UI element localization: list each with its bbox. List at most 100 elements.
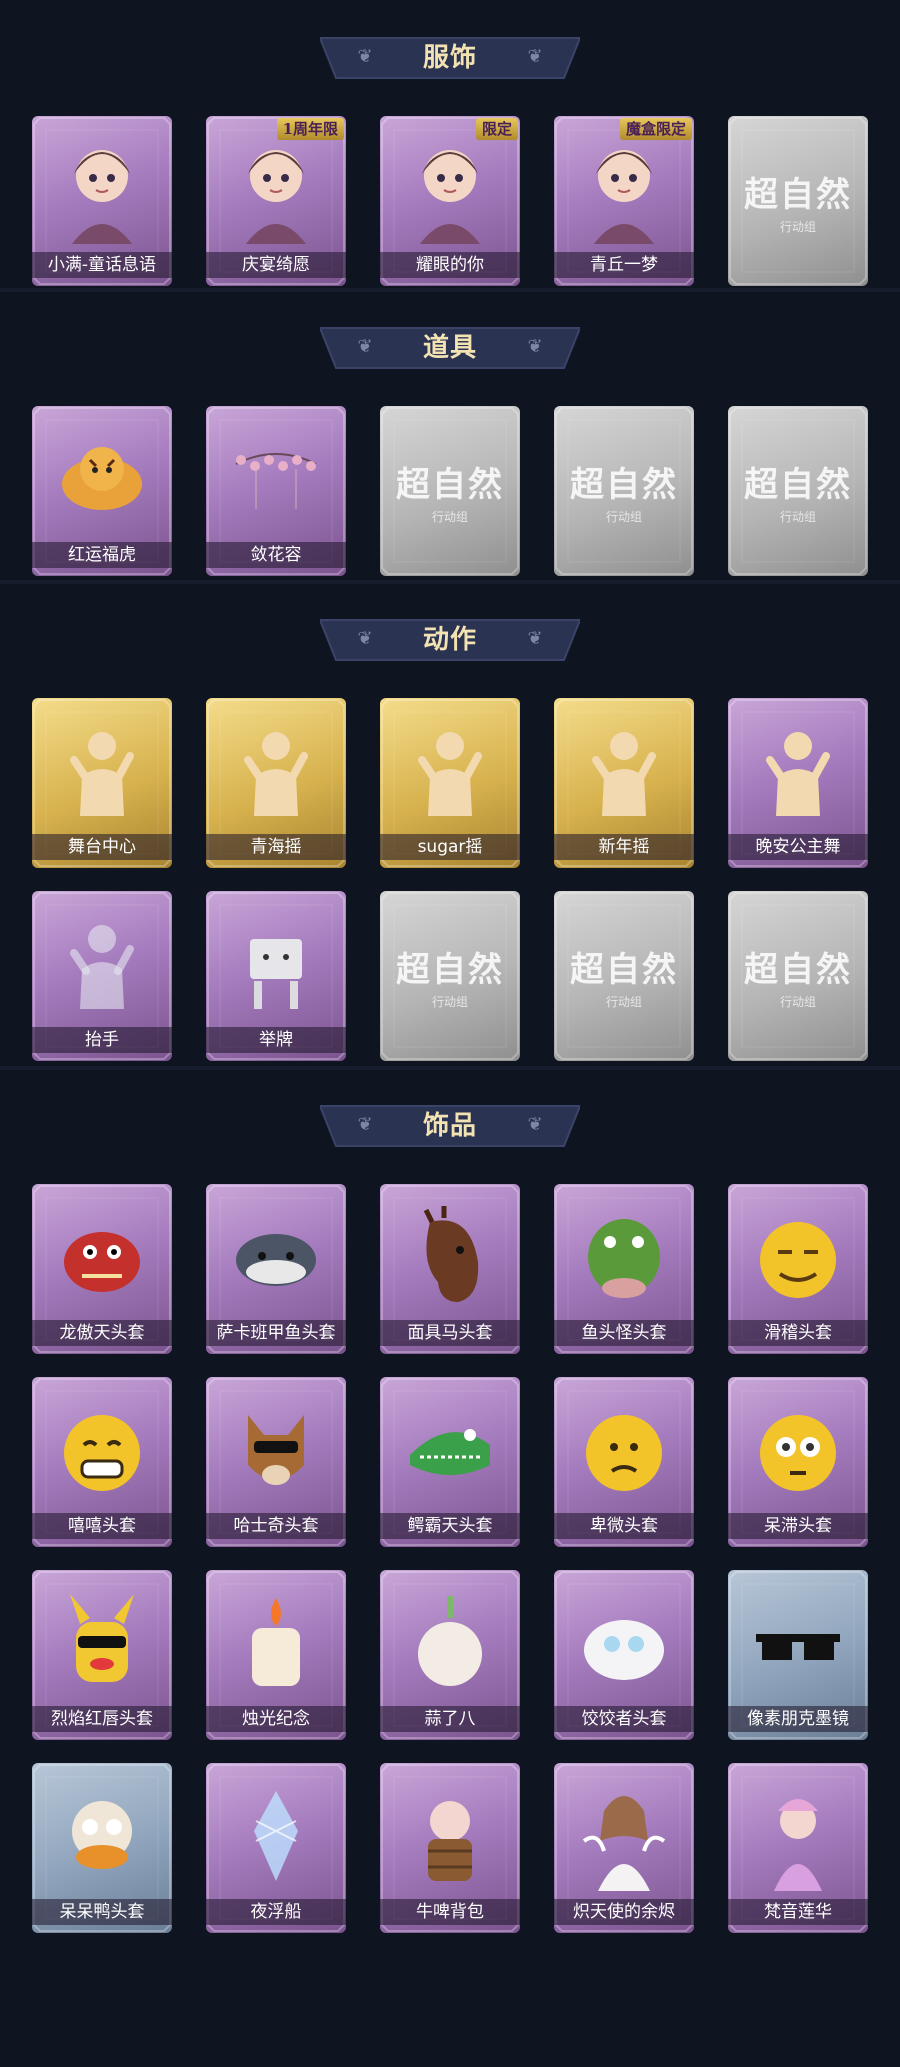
placeholder-logo: 超自然 行动组 — [554, 891, 694, 1061]
limited-badge: 魔盒限定 — [619, 118, 692, 140]
item-label: 卑微头套 — [554, 1513, 694, 1539]
emoji-stare-icon — [748, 1395, 848, 1505]
item-card[interactable]: 烈焰红唇头套 — [32, 1570, 172, 1740]
item-label: 青海摇 — [206, 834, 346, 860]
locked-item-card[interactable]: 超自然 行动组 — [380, 891, 520, 1061]
placeholder-logo-subtext: 行动组 — [779, 510, 816, 524]
item-card[interactable]: 萨卡班甲鱼头套 — [206, 1184, 346, 1354]
item-label: 炽天使的余烬 — [554, 1899, 694, 1925]
item-label: 牛啤背包 — [380, 1899, 520, 1925]
candle-icon — [226, 1588, 326, 1698]
item-card[interactable]: 卑微头套 — [554, 1377, 694, 1547]
pose-icon — [52, 716, 152, 826]
section-title: 动作 — [422, 625, 477, 655]
placeholder-logo-text: 超自然 — [396, 465, 504, 505]
placeholder-logo: 超自然 行动组 — [728, 891, 868, 1061]
item-card[interactable]: 鳄霸天头套 — [380, 1377, 520, 1547]
item-card[interactable]: 鱼头怪头套 — [554, 1184, 694, 1354]
item-card[interactable]: 舞台中心 — [32, 698, 172, 868]
item-card[interactable]: 哈士奇头套 — [206, 1377, 346, 1547]
emoji-sad-icon — [574, 1395, 674, 1505]
placeholder-logo-subtext: 行动组 — [431, 995, 468, 1009]
fish-icon — [226, 1202, 326, 1312]
item-card[interactable]: 新年摇 — [554, 698, 694, 868]
item-label: 晚安公主舞 — [728, 834, 868, 860]
item-card[interactable]: 红运福虎 — [32, 406, 172, 576]
placeholder-logo: 超自然 行动组 — [380, 406, 520, 576]
locked-item-card[interactable]: 超自然 行动组 — [554, 891, 694, 1061]
character-icon — [574, 134, 674, 244]
locked-item-card[interactable]: 超自然 行动组 — [728, 406, 868, 576]
tiger-icon — [52, 424, 152, 534]
item-label: 鱼头怪头套 — [554, 1320, 694, 1346]
item-card[interactable]: 抬手 — [32, 891, 172, 1061]
section-title: 道具 — [422, 333, 477, 363]
item-card[interactable]: 牛啤背包 — [380, 1763, 520, 1933]
locked-item-card[interactable]: 超自然 行动组 — [728, 891, 868, 1061]
placeholder-logo-text: 超自然 — [570, 465, 678, 505]
item-label: 蒜了八 — [380, 1706, 520, 1732]
item-label: 青丘一梦 — [554, 252, 694, 278]
item-label: 哈士奇头套 — [206, 1513, 346, 1539]
section-header: ❦ ❦ 动作 — [320, 616, 580, 664]
item-card[interactable]: 滑稽头套 — [728, 1184, 868, 1354]
item-card[interactable]: 晚安公主舞 — [728, 698, 868, 868]
angel-icon — [574, 1781, 674, 1891]
dragon-icon — [52, 1202, 152, 1312]
item-label: 烈焰红唇头套 — [32, 1706, 172, 1732]
item-card[interactable]: 炽天使的余烬 — [554, 1763, 694, 1933]
item-card[interactable]: 举牌 — [206, 891, 346, 1061]
item-card[interactable]: 嘻嘻头套 — [32, 1377, 172, 1547]
item-card[interactable]: 青海摇 — [206, 698, 346, 868]
item-card[interactable]: 面具马头套 — [380, 1184, 520, 1354]
item-card[interactable]: 像素朋克墨镜 — [728, 1570, 868, 1740]
item-card[interactable]: 蒜了八 — [380, 1570, 520, 1740]
item-label: 烛光纪念 — [206, 1706, 346, 1732]
croc-icon — [400, 1395, 500, 1505]
placeholder-logo-subtext: 行动组 — [431, 510, 468, 524]
dumpling-icon — [574, 1588, 674, 1698]
item-label: 抬手 — [32, 1027, 172, 1053]
item-card[interactable]: 小满-童话息语 — [32, 116, 172, 286]
item-label: 举牌 — [206, 1027, 346, 1053]
locked-item-card[interactable]: 超自然 行动组 — [380, 406, 520, 576]
item-card[interactable]: 青丘一梦 魔盒限定 — [554, 116, 694, 286]
section-divider — [0, 288, 900, 292]
pika-icon — [52, 1588, 152, 1698]
character-icon — [226, 134, 326, 244]
item-label: 舞台中心 — [32, 834, 172, 860]
item-card[interactable]: 梵音莲华 — [728, 1763, 868, 1933]
item-label: 庆宴绮愿 — [206, 252, 346, 278]
item-card[interactable]: 烛光纪念 — [206, 1570, 346, 1740]
pose-icon — [748, 716, 848, 826]
item-card[interactable]: 庆宴绮愿 1周年限 — [206, 116, 346, 286]
item-card[interactable]: 呆呆鸭头套 — [32, 1763, 172, 1933]
placeholder-logo-subtext: 行动组 — [605, 995, 642, 1009]
section-title: 服饰 — [422, 43, 477, 73]
glasses-icon — [748, 1588, 848, 1698]
placeholder-logo-text: 超自然 — [744, 175, 852, 215]
item-label: 耀眼的你 — [380, 252, 520, 278]
locked-item-card[interactable]: 超自然 行动组 — [728, 116, 868, 286]
section-header: ❦ ❦ 饰品 — [320, 1102, 580, 1150]
emoji-smirk-icon — [748, 1202, 848, 1312]
cow-icon — [400, 1781, 500, 1891]
item-label: 梵音莲华 — [728, 1899, 868, 1925]
pose-icon — [574, 716, 674, 826]
flowers-icon — [226, 424, 326, 534]
item-card[interactable]: 呆滞头套 — [728, 1377, 868, 1547]
item-card[interactable]: 饺饺者头套 — [554, 1570, 694, 1740]
character-icon — [52, 134, 152, 244]
item-card[interactable]: 夜浮船 — [206, 1763, 346, 1933]
item-card[interactable]: sugar摇 — [380, 698, 520, 868]
item-card[interactable]: 耀眼的你 限定 — [380, 116, 520, 286]
placeholder-logo-subtext: 行动组 — [779, 220, 816, 234]
item-label: 敛花容 — [206, 542, 346, 568]
item-label: 萨卡班甲鱼头套 — [206, 1320, 346, 1346]
locked-item-card[interactable]: 超自然 行动组 — [554, 406, 694, 576]
item-card[interactable]: 敛花容 — [206, 406, 346, 576]
item-label: 新年摇 — [554, 834, 694, 860]
crystal-icon — [226, 1781, 326, 1891]
item-label: 龙傲天头套 — [32, 1320, 172, 1346]
item-card[interactable]: 龙傲天头套 — [32, 1184, 172, 1354]
